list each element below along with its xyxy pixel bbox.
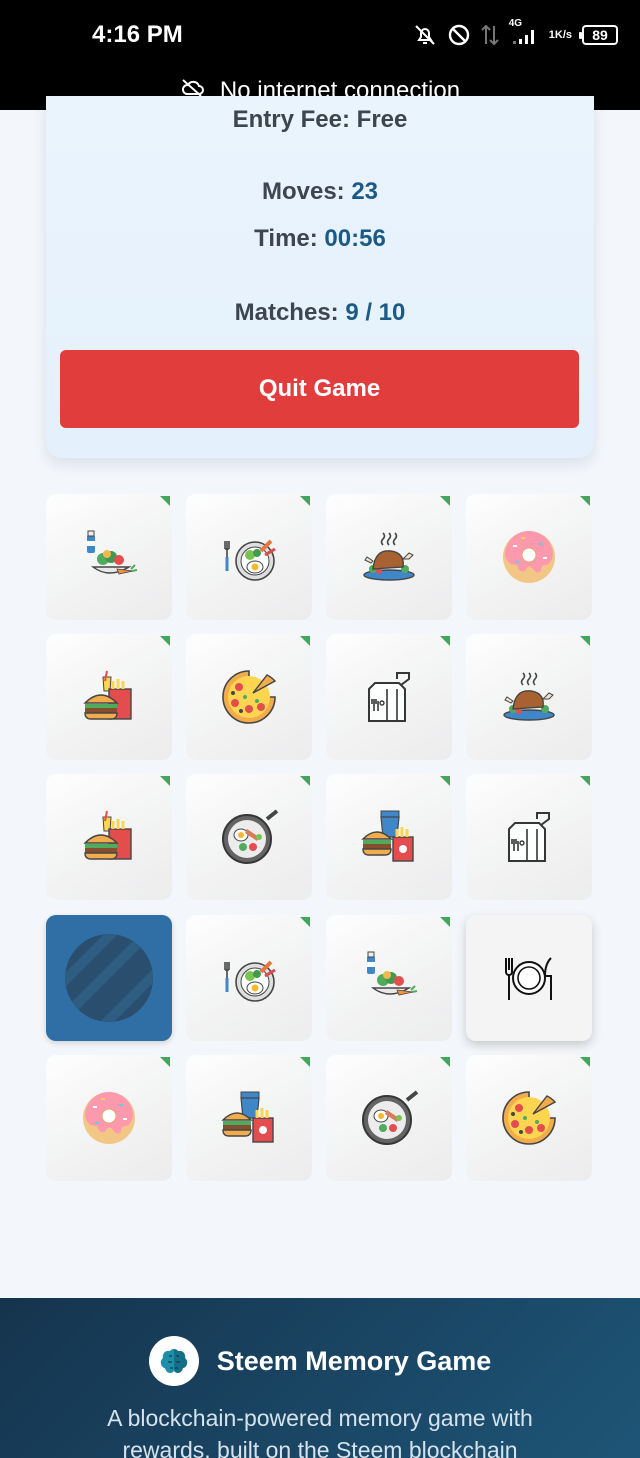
salad-drink-icon — [359, 948, 419, 1008]
donut-icon — [79, 1088, 139, 1148]
quit-game-button[interactable]: Quit Game — [60, 350, 579, 428]
plate-egg-icon — [219, 527, 279, 587]
status-icons: 4G 1 K/s 89 — [413, 18, 618, 50]
net-speed-unit: K/s — [554, 28, 572, 41]
memory-card[interactable] — [46, 774, 172, 900]
footer: Steem Memory Game A blockchain-powered m… — [0, 1298, 640, 1458]
memory-card[interactable] — [466, 494, 592, 620]
timer: Time: 00:56 — [46, 225, 594, 253]
memory-card[interactable] — [466, 915, 592, 1041]
do-not-disturb-icon — [447, 23, 471, 47]
takeaway-bag-icon — [359, 667, 419, 727]
entry-fee: Entry Fee: Free — [232, 106, 408, 133]
memory-card[interactable] — [186, 494, 312, 620]
game-info-card: Entry Fee: Free Moves: 23 Time: 00:56 Ma… — [46, 96, 594, 458]
data-transfer-icon — [481, 23, 499, 47]
roast-chicken-icon — [359, 527, 419, 587]
roast-chicken-icon — [499, 667, 559, 727]
notifications-off-icon — [413, 23, 437, 47]
pan-breakfast-icon — [219, 807, 279, 867]
memory-card[interactable] — [326, 774, 452, 900]
memory-card[interactable] — [466, 1055, 592, 1181]
net-speed: 1 K/s — [549, 28, 572, 41]
memory-card[interactable] — [46, 634, 172, 760]
memory-card[interactable] — [326, 915, 452, 1041]
moves-value: 23 — [351, 178, 379, 205]
memory-card[interactable] — [466, 634, 592, 760]
brain-logo-icon — [148, 1336, 199, 1386]
signal-icon: 4G — [509, 18, 539, 47]
memory-card[interactable] — [326, 1055, 452, 1181]
memory-card[interactable] — [326, 494, 452, 620]
matches-label: Matches: — [234, 299, 339, 326]
status-bar: 4:16 PM 4G 1 K/s 89 — [0, 0, 640, 72]
time-value: 00:56 — [324, 225, 386, 252]
memory-card[interactable] — [46, 1055, 172, 1181]
memory-card[interactable] — [186, 634, 312, 760]
pizza-icon — [499, 1088, 559, 1148]
battery-indicator: 89 — [579, 25, 618, 45]
moves-counter: Moves: 23 — [46, 178, 594, 206]
memory-card[interactable] — [186, 774, 312, 900]
fast-food-icon — [79, 667, 139, 727]
moves-label: Moves: — [261, 178, 345, 205]
memory-card[interactable] — [326, 634, 452, 760]
burger-combo-icon — [359, 807, 419, 867]
pizza-icon — [219, 667, 279, 727]
network-type-label: 4G — [508, 18, 523, 29]
status-time: 4:16 PM — [92, 21, 183, 48]
plate-cutlery-icon — [499, 948, 559, 1008]
memory-card[interactable] — [186, 915, 312, 1041]
plate-egg-icon — [219, 948, 279, 1008]
fast-food-icon — [79, 807, 139, 867]
donut-icon — [499, 527, 559, 587]
memory-card[interactable] — [46, 494, 172, 620]
footer-title: Steem Memory Game — [216, 1345, 492, 1376]
time-label: Time: — [254, 225, 318, 252]
pan-breakfast-icon — [359, 1088, 419, 1148]
footer-tagline: A blockchain-powered memory game with re… — [107, 1405, 533, 1458]
memory-card[interactable] — [466, 774, 592, 900]
memory-card[interactable] — [46, 915, 172, 1041]
footer-brand: Steem Memory Game — [0, 1336, 640, 1386]
matches-counter: Matches: 9 / 10 — [46, 299, 594, 327]
memory-card[interactable] — [186, 1055, 312, 1181]
salad-drink-icon — [79, 527, 139, 587]
takeaway-bag-icon — [499, 807, 559, 867]
card-back-icon — [63, 932, 155, 1024]
burger-combo-icon — [219, 1088, 279, 1148]
matches-value: 9 / 10 — [345, 299, 406, 326]
